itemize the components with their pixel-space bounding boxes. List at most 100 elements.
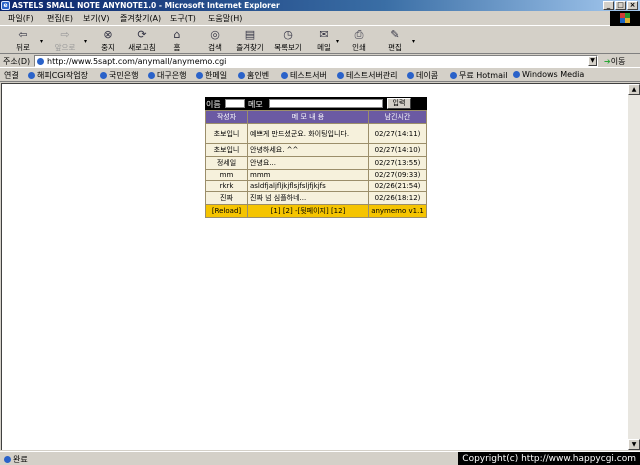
address-input[interactable]: http://www.5sapt.com/anymall/anymemo.cgi… bbox=[34, 55, 598, 67]
name-input[interactable] bbox=[225, 99, 245, 108]
mail-button[interactable]: ✉ 메일 bbox=[312, 28, 336, 54]
time-cell: 02/27(09:33) bbox=[368, 169, 427, 181]
search-button[interactable]: ◎ 검색 bbox=[202, 28, 228, 54]
message-cell: 안녕요... bbox=[247, 156, 369, 170]
menu-favorites[interactable]: 즐겨찾기(A) bbox=[120, 13, 161, 24]
edit-page-icon: ✎ bbox=[390, 28, 400, 41]
status-text: 완료 bbox=[4, 454, 28, 465]
status-bar: 완료 Copyright(c) http://www.happycgi.com bbox=[0, 451, 640, 465]
author-cell: 초보입니 bbox=[205, 143, 248, 157]
history-icon: ◷ bbox=[283, 28, 293, 41]
home-icon: ⌂ bbox=[173, 28, 181, 41]
page-icon bbox=[37, 58, 44, 65]
table-row: 초보입니 예쁘게 만드셨군요. 화이팅입니다. 02/27(14:11) bbox=[205, 123, 427, 144]
title-bar: e ASTELS SMALL NOTE ANYNOTE1.0 - Microso… bbox=[0, 0, 640, 11]
author-cell: 정세일 bbox=[205, 156, 248, 170]
memo-label: 메모 bbox=[248, 100, 263, 109]
scroll-up-button[interactable]: ▲ bbox=[628, 84, 640, 95]
window-title: ASTELS SMALL NOTE ANYNOTE1.0 - Microsoft… bbox=[12, 1, 280, 10]
refresh-icon: ⟳ bbox=[137, 28, 147, 41]
link-item[interactable]: 대구은행 bbox=[148, 70, 186, 81]
history-button[interactable]: ◷ 목록보기 bbox=[270, 28, 306, 54]
link-page-icon bbox=[100, 72, 107, 79]
link-page-icon bbox=[238, 72, 245, 79]
scroll-down-button[interactable]: ▼ bbox=[628, 439, 640, 450]
reload-link[interactable]: [Reload] bbox=[205, 204, 248, 218]
forward-arrow-icon: ⇨ bbox=[60, 28, 70, 41]
memo-board: 이름 메모 입력 작성자 메 모 내 용 남긴시간 초보입니 예쁘게 만드셨군요… bbox=[205, 97, 427, 218]
message-cell: mmm bbox=[247, 169, 369, 181]
version-label: anymemo v1.1 bbox=[368, 204, 427, 218]
back-dropdown[interactable]: ▾ bbox=[40, 38, 43, 45]
memo-entry-form: 이름 메모 입력 bbox=[205, 97, 427, 110]
link-page-icon bbox=[337, 72, 344, 79]
forward-dropdown[interactable]: ▾ bbox=[84, 38, 87, 45]
menu-help[interactable]: 도움말(H) bbox=[208, 13, 242, 24]
menu-view[interactable]: 보기(V) bbox=[83, 13, 109, 24]
column-header-author: 작성자 bbox=[205, 110, 248, 124]
copyright-notice: Copyright(c) http://www.happycgi.com bbox=[458, 452, 640, 465]
author-cell: rkrk bbox=[205, 180, 248, 192]
link-item[interactable]: 데이콤 bbox=[407, 70, 438, 81]
link-item[interactable]: 테스트서버 bbox=[281, 70, 327, 81]
submit-button[interactable]: 입력 bbox=[387, 98, 411, 109]
link-item[interactable]: 국민은행 bbox=[100, 70, 138, 81]
time-cell: 02/26(18:12) bbox=[368, 191, 427, 205]
pagination-links[interactable]: [1] [2] -[뒷페이지] [12] bbox=[247, 204, 369, 218]
link-item[interactable]: Windows Media bbox=[513, 70, 584, 79]
back-arrow-icon: ⇦ bbox=[18, 28, 28, 41]
link-page-icon bbox=[148, 72, 155, 79]
link-item[interactable]: 한메일 bbox=[196, 70, 227, 81]
back-button[interactable]: ⇦ 뒤로 bbox=[8, 28, 38, 54]
mail-icon: ✉ bbox=[319, 28, 329, 41]
stop-button[interactable]: ⊗ 중지 bbox=[96, 28, 120, 54]
mail-dropdown[interactable]: ▾ bbox=[336, 38, 339, 45]
message-cell: 예쁘게 만드셨군요. 화이팅입니다. bbox=[247, 123, 369, 144]
links-bar: 연결 해피CGI작업장 국민은행 대구은행 한메일 홈인벤 테스트서버 테스트서… bbox=[0, 68, 640, 82]
favorites-icon: ▤ bbox=[244, 28, 256, 41]
table-row: 초보입니 안녕하세요. ^^ 02/27(14:10) bbox=[205, 143, 427, 157]
window-controls: _ □ × bbox=[602, 1, 638, 10]
forward-button[interactable]: ⇨ 앞으로 bbox=[50, 28, 80, 54]
link-item[interactable]: 테스트서버관리 bbox=[337, 70, 398, 81]
minimize-button[interactable]: _ bbox=[603, 1, 614, 10]
table-row: 진짜 진짜 넘 심플하네... 02/26(18:12) bbox=[205, 191, 427, 205]
time-cell: 02/27(13:55) bbox=[368, 156, 427, 170]
edit-dropdown[interactable]: ▾ bbox=[412, 38, 415, 45]
link-item[interactable]: 홈인벤 bbox=[238, 70, 269, 81]
menu-file[interactable]: 파일(F) bbox=[8, 13, 34, 24]
link-item[interactable]: 해피CGI작업장 bbox=[28, 70, 88, 81]
home-button[interactable]: ⌂ 홈 bbox=[166, 28, 188, 54]
ie-icon: e bbox=[1, 1, 10, 10]
message-cell: 진짜 넘 심플하네... bbox=[247, 191, 369, 205]
time-cell: 02/26(21:54) bbox=[368, 180, 427, 192]
refresh-button[interactable]: ⟳ 새로고침 bbox=[124, 28, 160, 54]
go-arrow-icon: ➔ bbox=[604, 57, 611, 66]
print-button[interactable]: ⎙ 인쇄 bbox=[346, 28, 372, 54]
search-icon: ◎ bbox=[210, 28, 220, 41]
go-button[interactable]: ➔이동 bbox=[604, 56, 625, 67]
link-item[interactable]: 무료 Hotmail bbox=[450, 70, 507, 81]
menu-edit[interactable]: 편집(E) bbox=[47, 13, 73, 24]
table-row: rkrk asldfjaljfljkjflsjfsljfjkjfs 02/26(… bbox=[205, 180, 427, 192]
link-page-icon bbox=[513, 71, 520, 78]
link-page-icon bbox=[281, 72, 288, 79]
address-dropdown-button[interactable]: ▼ bbox=[588, 56, 597, 66]
toolbar: ⇦ 뒤로 ▾ ⇨ 앞으로 ▾ ⊗ 중지 ⟳ 새로고침 ⌂ 홈 ◎ 검색 ▤ 즐겨… bbox=[0, 27, 640, 54]
edit-button[interactable]: ✎ 편집 bbox=[382, 28, 408, 54]
author-cell: 초보입니 bbox=[205, 123, 248, 144]
memo-input[interactable] bbox=[269, 99, 383, 108]
vertical-scrollbar[interactable]: ▲ ▼ bbox=[628, 83, 640, 450]
maximize-button[interactable]: □ bbox=[615, 1, 626, 10]
link-page-icon bbox=[196, 72, 203, 79]
printer-icon: ⎙ bbox=[354, 28, 364, 41]
close-button[interactable]: × bbox=[627, 1, 638, 10]
table-header: 작성자 메 모 내 용 남긴시간 bbox=[205, 110, 427, 124]
menu-bar: 파일(F) 편집(E) 보기(V) 즐겨찾기(A) 도구(T) 도움말(H) bbox=[0, 11, 640, 26]
time-cell: 02/27(14:11) bbox=[368, 123, 427, 144]
message-cell: 안녕하세요. ^^ bbox=[247, 143, 369, 157]
time-cell: 02/27(14:10) bbox=[368, 143, 427, 157]
menu-tools[interactable]: 도구(T) bbox=[170, 13, 196, 24]
author-cell: 진짜 bbox=[205, 191, 248, 205]
favorites-button[interactable]: ▤ 즐겨찾기 bbox=[232, 28, 268, 54]
